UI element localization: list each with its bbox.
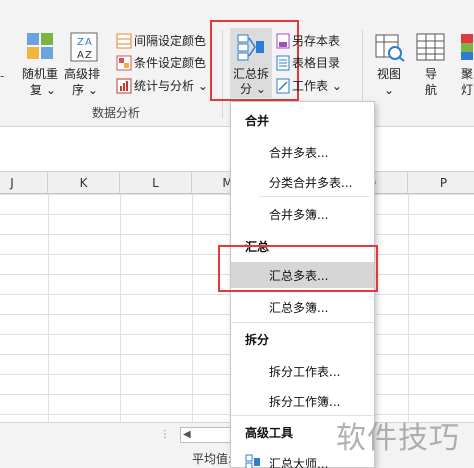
- table-directory-icon: [276, 55, 290, 71]
- view-icon: [375, 34, 405, 62]
- summary-multi-sheets-highlight: [218, 245, 378, 292]
- menu-item-split-worksheet[interactable]: 拆分工作表...: [269, 363, 340, 380]
- scroll-left-icon[interactable]: ◀: [183, 428, 191, 442]
- data-analysis-group-label: 数据分析: [92, 106, 141, 120]
- menu-header-advanced: 高级工具: [245, 426, 294, 440]
- random-reorder-icon: [27, 33, 53, 59]
- svg-text:Z: Z: [77, 37, 84, 48]
- sort-az-icon: Z A A Z: [70, 32, 98, 62]
- menu-item-merge-multi-books[interactable]: 合并多簿...: [269, 206, 328, 223]
- conditional-color-icon: [116, 55, 132, 71]
- menu-separator: [231, 322, 374, 323]
- menu-item-summary-master[interactable]: 汇总大师...: [269, 455, 328, 468]
- summary-master-icon: [245, 454, 260, 468]
- save-as-icon: [276, 33, 290, 49]
- ribbon-edge-glyph: -: [0, 69, 5, 83]
- spotlight-label-2: 灯: [461, 83, 474, 97]
- view-button[interactable]: 视图 ⌄: [372, 30, 408, 100]
- table-directory-button[interactable]: 表格目录: [274, 54, 354, 72]
- sheet-tabs-resize-dots[interactable]: ⋮: [160, 429, 170, 440]
- horizontal-scrollbar[interactable]: ◀: [180, 427, 232, 443]
- svg-text:Z: Z: [85, 50, 92, 61]
- random-reorder-label-1: 随机重: [22, 67, 59, 81]
- interval-color-icon: [116, 33, 132, 49]
- save-as-table-button[interactable]: 另存本表: [274, 32, 354, 50]
- column-header-l[interactable]: L: [120, 172, 192, 194]
- random-reorder-button[interactable]: 随机重 复 ⌄: [22, 30, 62, 100]
- worksheet-button[interactable]: 工作表 ⌄: [274, 77, 354, 95]
- interval-color-button[interactable]: 间隔设定颜色: [114, 32, 214, 50]
- menu-item-merge-multi-sheets[interactable]: 合并多表...: [269, 144, 328, 161]
- advanced-sort-label-2: 序 ⌄: [72, 83, 98, 97]
- navigation-label-2: 航: [425, 83, 438, 97]
- menu-header-split: 拆分: [245, 333, 270, 347]
- conditional-color-button[interactable]: 条件设定颜色: [114, 54, 214, 72]
- stats-analysis-label: 统计与分析 ⌄: [134, 79, 208, 93]
- stats-icon: [116, 78, 132, 94]
- spotlight-icon: [461, 34, 473, 60]
- view-dropdown-icon: ⌄: [384, 83, 395, 97]
- svg-text:A: A: [85, 37, 92, 48]
- view-label: 视图: [377, 67, 402, 81]
- spotlight-label-1: 聚: [461, 67, 474, 81]
- menu-header-merge: 合并: [245, 114, 270, 128]
- conditional-color-label: 条件设定颜色: [134, 56, 207, 70]
- interval-color-label: 间隔设定颜色: [134, 34, 207, 48]
- watermark: 软件技巧: [336, 421, 460, 456]
- random-reorder-label-2: 复 ⌄: [30, 83, 56, 97]
- navigation-icon: [416, 33, 445, 61]
- menu-item-summary-multi-books[interactable]: 汇总多簿...: [269, 299, 328, 316]
- svg-text:A: A: [77, 50, 84, 61]
- navigation-button[interactable]: 导 航: [414, 30, 450, 100]
- menu-separator: [259, 196, 369, 197]
- menu-item-category-merge[interactable]: 分类合并多表...: [269, 174, 352, 191]
- spotlight-button[interactable]: 聚 灯: [458, 30, 474, 100]
- stats-analysis-button[interactable]: 统计与分析 ⌄: [114, 77, 214, 95]
- column-header-k[interactable]: K: [48, 172, 120, 194]
- table-directory-label: 表格目录: [292, 56, 341, 70]
- advanced-sort-button[interactable]: Z A A Z 高级排 序 ⌄: [63, 30, 107, 100]
- column-header-j[interactable]: J: [0, 172, 48, 194]
- menu-item-split-workbook[interactable]: 拆分工作簿...: [269, 393, 340, 410]
- average-label: 平均值:: [192, 452, 233, 466]
- column-header-p[interactable]: P: [408, 172, 474, 194]
- worksheet-icon: [276, 78, 290, 94]
- worksheet-label: 工作表 ⌄: [292, 79, 342, 93]
- navigation-label-1: 导: [425, 67, 438, 81]
- advanced-sort-label-1: 高级排: [64, 67, 101, 81]
- save-as-table-label: 另存本表: [292, 34, 341, 48]
